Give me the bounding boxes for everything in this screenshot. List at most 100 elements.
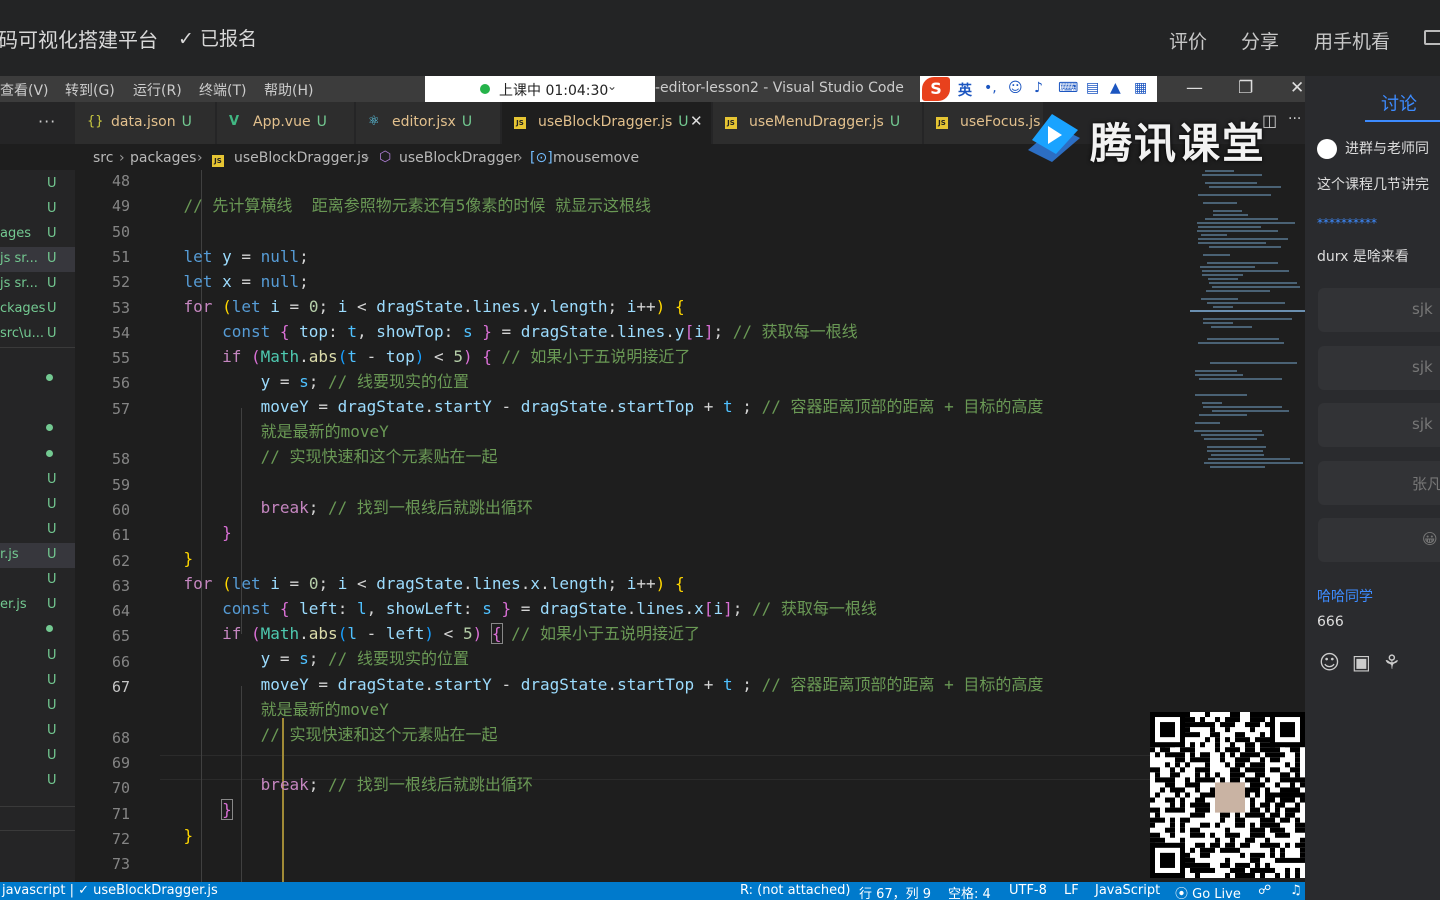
flower-icon[interactable]: ⚘ xyxy=(1383,650,1413,674)
qr-module xyxy=(1285,832,1290,838)
microphone-icon[interactable]: ♪ xyxy=(1034,80,1043,96)
keyboard-icon[interactable]: ⌨ xyxy=(1058,80,1078,96)
line-number: 63 xyxy=(111,576,130,595)
code-editor[interactable]: // 先计算横线 距离参照物元素还有5像素的时候 就显示这根线 let y = … xyxy=(145,170,1190,886)
skin-icon[interactable]: ▲ xyxy=(1110,80,1121,96)
minimap-line xyxy=(1210,466,1265,468)
qr-module xyxy=(1210,847,1215,853)
qr-module xyxy=(1180,822,1185,828)
tab-use-block-dragger[interactable]: JS useBlockDragger.js U ✕ xyxy=(502,102,712,144)
explorer-item[interactable]: U xyxy=(0,568,75,593)
breadcrumb-src[interactable]: src xyxy=(93,150,113,166)
toolbox-icon[interactable]: ▤ xyxy=(1086,80,1099,96)
qr-module xyxy=(1290,807,1295,813)
breadcrumb-packages[interactable]: packages xyxy=(130,150,196,166)
restore-icon[interactable]: ❐ xyxy=(1238,78,1253,98)
status-cursor-position[interactable]: 行 67，列 9 xyxy=(859,883,931,900)
menu-help[interactable]: 帮助(H) xyxy=(264,80,313,100)
menu-run[interactable]: 运行(R) xyxy=(133,80,182,100)
feedback-icon[interactable]: ☍ xyxy=(1258,883,1271,898)
qr-module xyxy=(1165,762,1170,768)
qr-module xyxy=(1195,862,1200,868)
explorer-item[interactable]: U xyxy=(0,694,75,719)
share-button[interactable]: 分享 xyxy=(1241,27,1279,54)
menu-view[interactable]: 查看(V) xyxy=(0,80,49,100)
explorer-item[interactable]: U xyxy=(0,719,75,744)
qr-module xyxy=(1265,867,1270,873)
minimap-line xyxy=(1205,218,1278,220)
notifications-bell-icon[interactable]: ♫ xyxy=(1290,883,1302,898)
explorer-item[interactable]: U xyxy=(0,769,75,794)
breadcrumb-function[interactable]: useBlockDragger xyxy=(399,150,519,166)
ime-toolbar[interactable]: S 英 •, ☺ ♪ ⌨ ▤ ▲ ▦ xyxy=(920,76,1157,102)
more-actions-icon[interactable]: ··· xyxy=(38,112,56,131)
live-status-pill[interactable]: 上课中 01:04:30 ⌄ xyxy=(425,76,655,102)
explorer-item[interactable]: U xyxy=(0,493,75,518)
menu-terminal[interactable]: 终端(T) xyxy=(199,80,246,100)
message-icon[interactable] xyxy=(1424,30,1440,45)
explorer-item[interactable]: U xyxy=(0,172,75,197)
explorer-item[interactable]: U xyxy=(0,644,75,669)
qr-module xyxy=(1295,827,1300,833)
qr-module xyxy=(1175,757,1180,763)
status-language[interactable]: JavaScript xyxy=(1095,883,1160,898)
minimap-slider[interactable] xyxy=(1190,310,1305,312)
explorer-item[interactable]: js sr... U xyxy=(0,272,75,297)
ime-language-label[interactable]: 英 xyxy=(958,80,972,100)
explorer-item[interactable]: ages U xyxy=(0,222,75,247)
go-live-button[interactable]: ⦿ Go Live xyxy=(1175,883,1241,900)
group-notice[interactable]: 进群与老师同 xyxy=(1317,138,1429,159)
image-icon[interactable]: ▣ xyxy=(1352,650,1383,674)
qr-module xyxy=(1295,772,1300,778)
breadcrumb-file[interactable]: useBlockDragger.js xyxy=(234,150,368,166)
breadcrumb-mousemove[interactable]: mousemove xyxy=(553,150,639,166)
explorer-item[interactable]: U xyxy=(0,744,75,769)
menu-goto[interactable]: 转到(G) xyxy=(65,80,115,100)
status-attach[interactable]: R: (not attached) xyxy=(740,883,850,898)
punctuation-icon[interactable]: •, xyxy=(984,80,997,96)
explorer-item[interactable]: er.js U xyxy=(0,593,75,618)
qr-module xyxy=(1220,847,1225,853)
tab-app-vue[interactable]: V App.vue U xyxy=(217,102,355,144)
emoji-icon[interactable]: ☺ xyxy=(1319,650,1352,674)
explorer-item[interactable]: U xyxy=(0,518,75,543)
watch-on-phone-button[interactable]: 用手机看 xyxy=(1314,27,1390,54)
line-number: 60 xyxy=(111,500,130,519)
qr-module xyxy=(1245,747,1250,753)
tab-more-icon[interactable]: ··· xyxy=(1288,111,1301,127)
tab-data-json[interactable]: {} data.json U xyxy=(75,102,216,144)
qr-module xyxy=(1295,802,1300,808)
explorer-item[interactable]: r.js U xyxy=(0,543,75,568)
emoji-icon[interactable]: ☺ xyxy=(1008,80,1023,96)
explorer-item[interactable]: src\u... U xyxy=(0,322,75,347)
qr-module xyxy=(1260,842,1265,848)
qr-module xyxy=(1290,782,1295,788)
explorer-item[interactable]: U xyxy=(0,669,75,694)
qr-module xyxy=(1275,782,1280,788)
tab-editor-jsx[interactable]: ⚛ editor.jsx U xyxy=(356,102,501,144)
qr-module xyxy=(1150,822,1155,828)
qr-module xyxy=(1200,847,1205,853)
explorer-item[interactable]: U xyxy=(0,468,75,493)
explorer-item[interactable]: js sr... U xyxy=(0,247,75,272)
chevron-right-icon: › xyxy=(119,150,125,166)
close-tab-icon[interactable]: ✕ xyxy=(690,112,703,130)
rate-button[interactable]: 评价 xyxy=(1169,27,1207,54)
js-file-icon: JS xyxy=(725,114,737,129)
qr-module xyxy=(1225,827,1230,833)
tab-discussion[interactable]: 讨论 xyxy=(1381,90,1417,116)
close-icon[interactable]: ✕ xyxy=(1290,78,1304,98)
chat-sender[interactable]: 哈哈同学 xyxy=(1317,586,1373,606)
minimize-icon[interactable]: — xyxy=(1186,78,1203,98)
explorer-item[interactable]: ckages U xyxy=(0,297,75,322)
menu-grid-icon[interactable]: ▦ xyxy=(1134,80,1147,96)
qr-module xyxy=(1285,872,1290,878)
status-language-branch[interactable]: javascript | ✓ useBlockDragger.js xyxy=(2,883,218,898)
qr-module xyxy=(1245,737,1250,743)
explorer-item[interactable]: U xyxy=(0,197,75,222)
status-encoding[interactable]: UTF-8 xyxy=(1009,883,1047,898)
minimap-line xyxy=(1195,422,1220,424)
tab-use-menu-dragger[interactable]: JS useMenuDragger.js U xyxy=(713,102,923,144)
status-indent[interactable]: 空格: 4 xyxy=(948,883,991,900)
status-eol[interactable]: LF xyxy=(1064,883,1079,898)
